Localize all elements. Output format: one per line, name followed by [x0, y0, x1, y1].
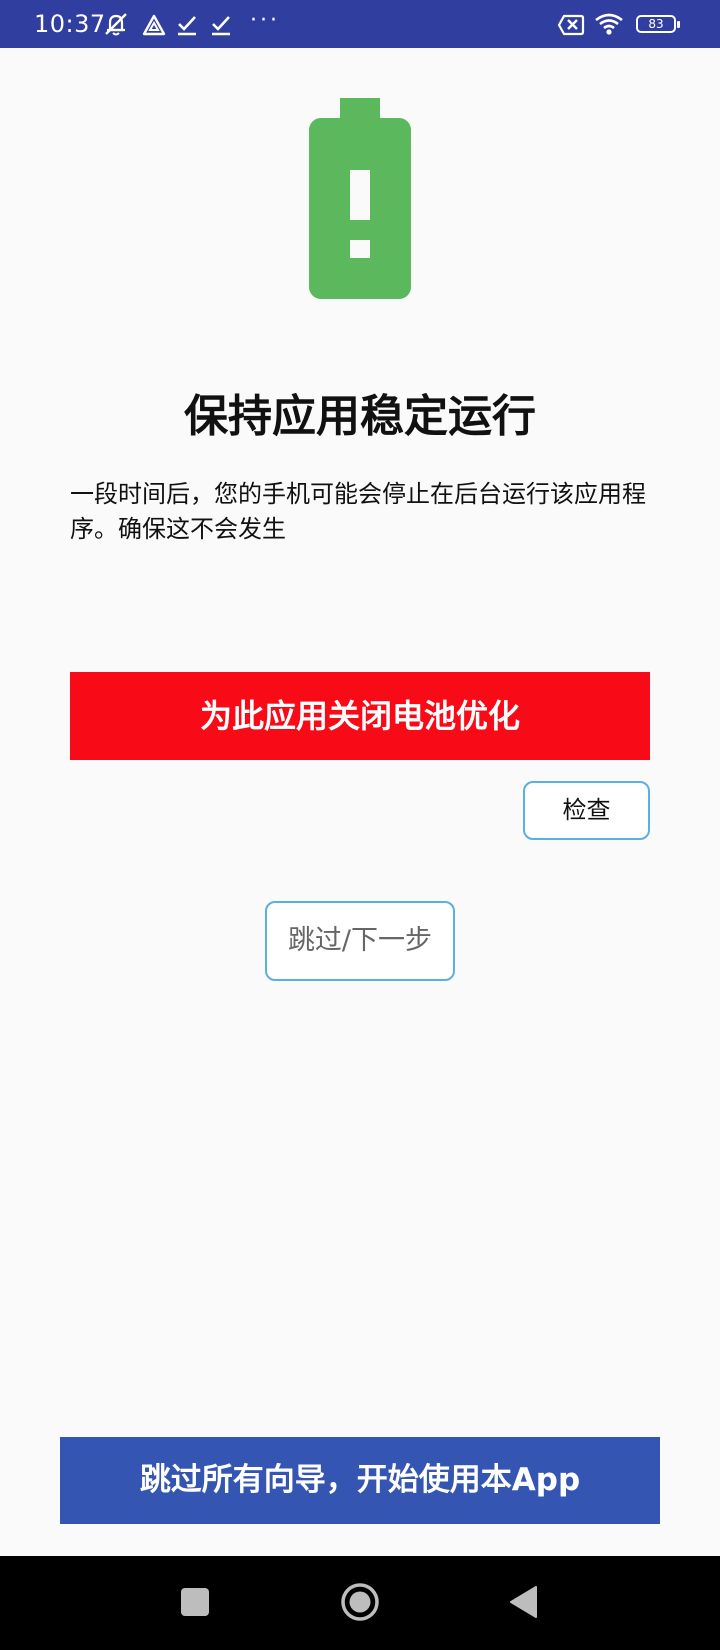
- check-icon: [178, 16, 196, 36]
- check-button[interactable]: 检查: [523, 781, 650, 840]
- sim-off-icon: [557, 14, 585, 36]
- page-title: 保持应用稳定运行: [184, 391, 536, 442]
- location-icon: [142, 14, 166, 36]
- back-icon[interactable]: [508, 1585, 538, 1619]
- battery-level: 83: [648, 17, 664, 31]
- navigation-bar: [0, 1556, 720, 1650]
- status-time: 10:37: [34, 10, 106, 38]
- skip-next-button[interactable]: 跳过/下一步: [265, 901, 455, 981]
- home-icon[interactable]: [340, 1582, 380, 1622]
- status-bar: 10:37 ··· 83: [0, 0, 720, 48]
- description-text: 一段时间后，您的手机可能会停止在后台运行该应用程序。确保这不会发生: [70, 480, 646, 543]
- more-dots-icon: ···: [250, 8, 280, 33]
- battery-alert-icon: [309, 98, 411, 299]
- mute-icon: [105, 13, 127, 36]
- battery-icon: 83: [636, 15, 680, 33]
- check-icon: [212, 16, 230, 36]
- recents-icon[interactable]: [181, 1588, 209, 1616]
- skip-all-wizard-button[interactable]: 跳过所有向导，开始使用本App: [60, 1437, 660, 1524]
- disable-battery-optimization-button[interactable]: 为此应用关闭电池优化: [70, 672, 650, 760]
- wifi-icon: [595, 13, 623, 35]
